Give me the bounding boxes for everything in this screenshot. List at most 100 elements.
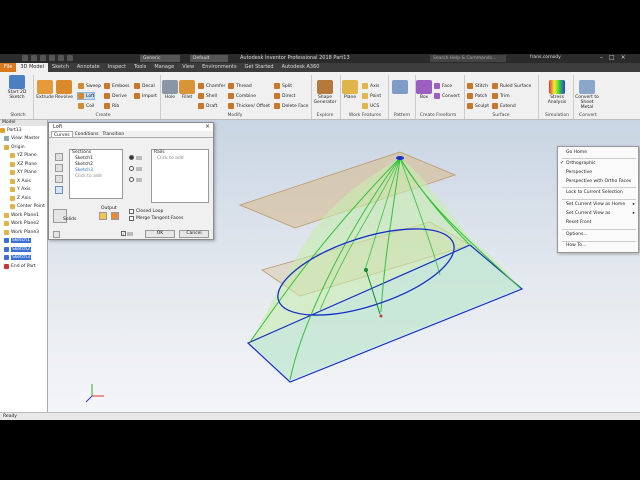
plane-button[interactable]: Plane [342,80,358,100]
tree-item-part[interactable]: Part13 [0,126,47,135]
help-icon[interactable] [53,231,60,238]
maximize-icon[interactable]: □ [609,54,615,61]
stitch-button[interactable]: Stitch [467,83,488,89]
tree-item-sketch2[interactable]: Sketch2 [0,245,47,254]
lock-icon[interactable] [55,153,63,161]
tab-get-started[interactable]: Get Started [241,63,278,72]
top-sketch-point[interactable] [396,156,404,160]
extend-button[interactable]: Extend [492,103,516,109]
cancel-button[interactable]: Cancel [179,230,209,238]
tree-item-xz-plane[interactable]: XZ Plane [0,160,47,169]
shell-button[interactable]: Shell [198,93,217,99]
rails-list[interactable]: Rails Click to add [151,149,209,203]
loft-button[interactable]: Loft [76,92,96,100]
centerline-radio[interactable] [129,166,142,171]
pattern-button[interactable] [392,80,408,95]
import-button[interactable]: Import [134,93,157,99]
rails-add-hint[interactable]: Click to add [152,156,208,162]
tree-item-xy-plane[interactable]: XY Plane [0,169,47,178]
tab-autodesk-a360[interactable]: Autodesk A360 [278,63,324,72]
box-button[interactable]: Box [416,80,432,100]
help-search-input[interactable]: Search Help & Commands... [430,55,506,62]
axis-button[interactable]: Axis [362,83,379,89]
draft-button[interactable]: Draft [198,103,217,109]
thicken-offset-button[interactable]: Thicken/ Offset [228,103,270,109]
face-button[interactable]: Face [434,83,452,89]
menu-item-reset-front[interactable]: Reset Front [566,220,591,225]
tree-item-work-plane1[interactable]: Work Plane1 [0,211,47,220]
menu-item-options[interactable]: Options... [566,232,588,237]
ucs-button[interactable]: UCS [362,103,379,109]
chamfer-button[interactable]: Chamfer [198,83,225,89]
menu-item-perspective-ortho-faces[interactable]: Perspective with Ortho Faces [566,179,631,184]
tab-manage[interactable]: Manage [150,63,178,72]
direct-button[interactable]: Direct [274,93,295,99]
output-solid-icon[interactable] [99,212,107,220]
closed-loop-checkbox[interactable]: Closed Loop [129,209,163,214]
menu-item-go-home[interactable]: Go Home [566,150,587,155]
rails-radio[interactable] [129,155,142,160]
rib-button[interactable]: Rib [104,103,119,109]
select-icon[interactable] [55,186,63,194]
save-icon[interactable] [40,55,46,61]
convert-sheet-metal-button[interactable]: Convert to Sheet Metal [574,80,600,110]
new-icon[interactable] [22,55,28,61]
tree-item-x-axis[interactable]: X Axis [0,177,47,186]
undo-icon[interactable] [49,55,55,61]
menu-item-orthographic[interactable]: Orthographic [566,161,596,166]
extrude-button[interactable]: Extrude [36,80,54,100]
tree-item-z-axis[interactable]: Z Axis [0,194,47,203]
material-combo[interactable]: Default [190,55,228,62]
tab-environments[interactable]: Environments [198,63,241,72]
patch-button[interactable]: Patch [467,93,487,99]
tree-item-sketch3[interactable]: Sketch3 [0,254,47,263]
tab-file[interactable]: File [0,63,17,72]
tab-conditions[interactable]: Conditions [73,131,101,137]
fillet-button[interactable]: Fillet [179,80,195,100]
tree-item-work-plane2[interactable]: Work Plane2 [0,220,47,229]
tab-curves[interactable]: Curves [51,131,73,138]
emboss-button[interactable]: Emboss [104,83,130,89]
revolve-button[interactable]: Revolve [55,80,73,100]
tab-inspect[interactable]: Inspect [104,63,130,72]
tree-item-y-axis[interactable]: Y Axis [0,186,47,195]
tab-annotate[interactable]: Annotate [73,63,104,72]
menu-item-set-view-as[interactable]: Set Current View as [566,211,610,216]
derive-button[interactable]: Derive [104,93,127,99]
tree-item-work-plane3[interactable]: Work Plane3 [0,228,47,237]
decal-button[interactable]: Decal [134,83,155,89]
close-icon[interactable]: × [621,54,626,61]
menu-item-how-to[interactable]: How To... [566,243,586,248]
tab-sketch[interactable]: Sketch [48,63,73,72]
combine-button[interactable]: Combine [228,93,256,99]
dialog-title-bar[interactable]: Loft × [49,123,213,131]
tree-item-end-of-part[interactable]: End of Part [0,262,47,271]
tab-transition[interactable]: Transition [100,131,126,137]
redo-icon[interactable] [58,55,64,61]
move-up-icon[interactable] [55,164,63,172]
open-icon[interactable] [31,55,37,61]
point-button[interactable]: Point [362,93,381,99]
sections-add-hint[interactable]: Click to add [70,174,122,180]
area-loft-radio[interactable] [129,177,142,182]
tab-tools[interactable]: Tools [130,63,150,72]
merge-tangent-faces-checkbox[interactable]: Merge Tangent Faces [129,216,183,221]
tab-3d-model[interactable]: 3D Model [16,63,49,72]
thread-button[interactable]: Thread [228,83,252,89]
hole-button[interactable]: Hole [162,80,178,100]
home-icon[interactable] [67,55,73,61]
output-surface-icon[interactable] [111,212,119,220]
convert-button[interactable]: Convert [434,93,460,99]
sections-list[interactable]: Sections Sketch1 Sketch2 Sketch3 Click t… [69,149,123,199]
stress-analysis-button[interactable]: Stress Analysis [545,80,569,105]
shape-generator-button[interactable]: Shape Generator [313,80,337,105]
move-down-icon[interactable] [55,175,63,183]
sculpt-button[interactable]: Sculpt [467,103,489,109]
coil-button[interactable]: Coil [78,103,94,109]
start-2d-sketch-button[interactable]: Start 2D Sketch [6,75,28,100]
menu-item-perspective[interactable]: Perspective [566,170,592,175]
tree-item-view[interactable]: View: Master [0,135,47,144]
minimize-icon[interactable]: – [600,54,603,61]
ruled-surface-button[interactable]: Ruled Surface [492,83,531,89]
tree-item-center-point[interactable]: Center Point [0,203,47,212]
